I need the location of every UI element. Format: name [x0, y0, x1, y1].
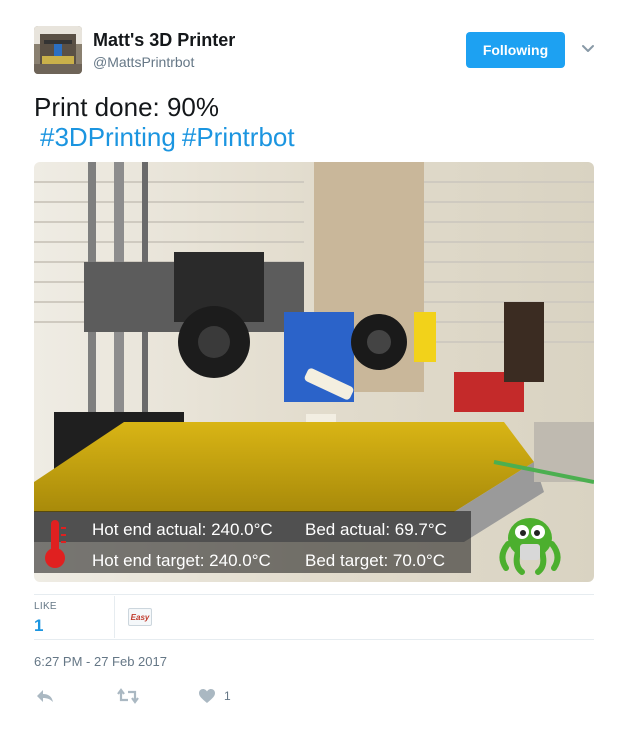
bed-target: Bed target: 70.0°C: [305, 551, 446, 570]
like-button[interactable]: 1: [198, 686, 231, 706]
liker-avatar-text: Easy: [130, 612, 150, 622]
liker-avatar[interactable]: Easy: [128, 608, 152, 626]
thermometer-icon: [42, 518, 68, 570]
reply-icon: [37, 690, 53, 702]
tweet-timestamp[interactable]: 6:27 PM - 27 Feb 2017: [34, 654, 167, 669]
tweet-media[interactable]: Hot end actual: 240.0°C Bed actual: 69.7…: [34, 162, 594, 582]
stats-separator: [114, 596, 115, 638]
bed-actual: Bed actual: 69.7°C: [305, 520, 447, 539]
retweet-icon: [117, 688, 139, 704]
reply-button[interactable]: [36, 686, 54, 706]
tweet-text: Print done: 90%: [34, 92, 220, 122]
likes-label: LIKE: [34, 601, 57, 612]
octoprint-icon: [496, 508, 564, 576]
divider: [34, 594, 594, 595]
avatar[interactable]: [34, 26, 82, 74]
hashtag-link[interactable]: #Printrbot: [182, 122, 295, 152]
heart-icon: [199, 689, 215, 703]
hot-end-target: Hot end target: 240.0°C: [92, 551, 271, 570]
retweet-button[interactable]: [117, 686, 139, 706]
user-handle[interactable]: @MattsPrintrbot: [93, 54, 194, 70]
divider: [34, 639, 594, 640]
like-action-count: 1: [224, 689, 231, 703]
chevron-down-icon[interactable]: [580, 40, 596, 56]
hot-end-actual: Hot end actual: 240.0°C: [92, 520, 273, 539]
display-name[interactable]: Matt's 3D Printer: [93, 30, 235, 51]
hashtags: #3DPrinting #Printrbot: [40, 122, 301, 152]
following-button[interactable]: Following: [466, 32, 565, 68]
likes-count[interactable]: 1: [34, 616, 43, 636]
hashtag-link[interactable]: #3DPrinting: [40, 122, 176, 152]
